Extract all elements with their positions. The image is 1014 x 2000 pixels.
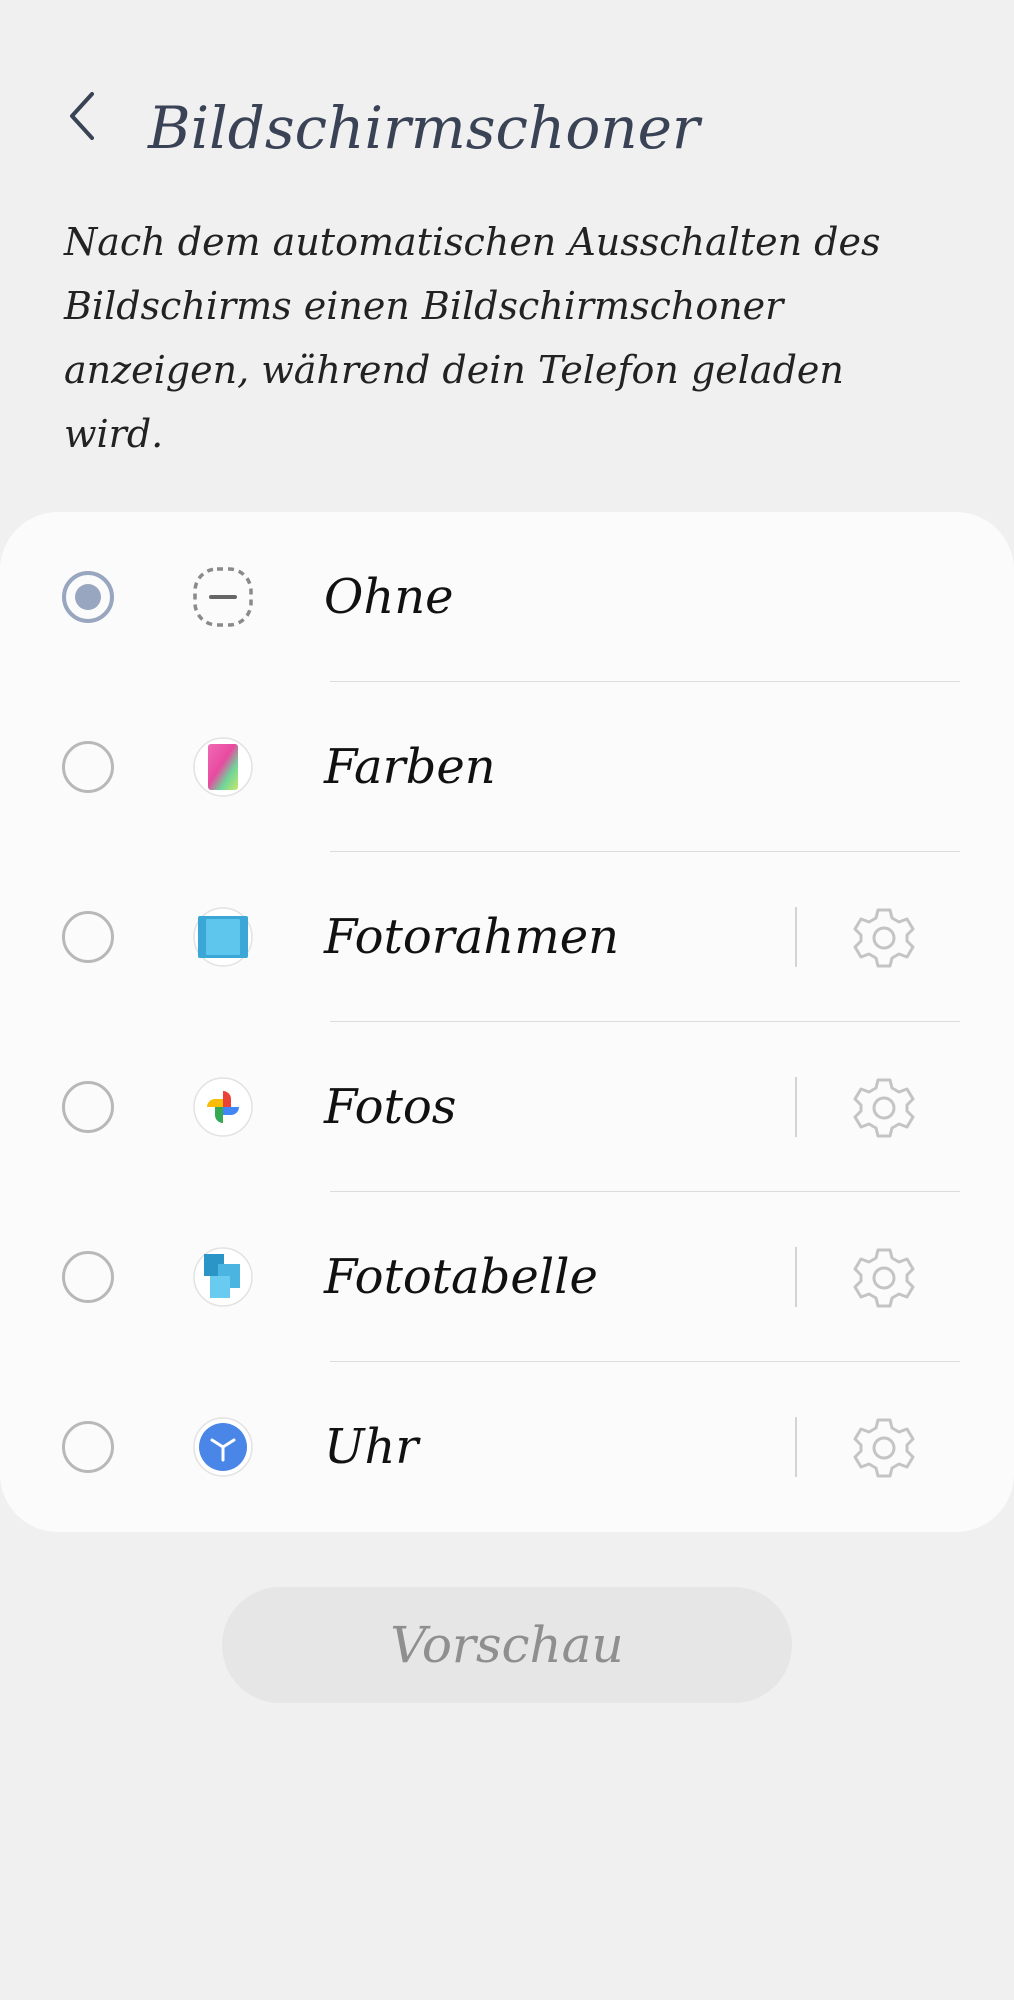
radio-button[interactable] <box>62 741 114 793</box>
option-label: Fototabelle <box>324 1249 598 1305</box>
colors-icon <box>193 737 253 797</box>
settings-button-uhr[interactable] <box>850 1414 918 1482</box>
option-label: Fotos <box>324 1079 457 1135</box>
gear-icon <box>853 1078 915 1138</box>
photo-frame-icon <box>193 907 253 967</box>
option-label: Uhr <box>324 1419 419 1475</box>
page-title: Bildschirmschoner <box>148 94 700 162</box>
chevron-left-icon <box>70 92 94 140</box>
preview-button[interactable]: Vorschau <box>222 1587 792 1703</box>
radio-button[interactable] <box>62 1251 114 1303</box>
option-row-farben[interactable]: Farben <box>0 682 1014 852</box>
vertical-separator <box>795 1417 797 1477</box>
radio-button[interactable] <box>62 1421 114 1473</box>
page-description: Nach dem automatischen Ausschalten des B… <box>64 220 881 456</box>
header: Bildschirmschoner <box>0 0 1014 200</box>
gear-icon <box>853 908 915 968</box>
google-photos-icon <box>193 1077 253 1137</box>
settings-button-fotos[interactable] <box>850 1074 918 1142</box>
clock-icon <box>193 1417 253 1477</box>
settings-button-fotorahmen[interactable] <box>850 904 918 972</box>
option-row-fototabelle[interactable]: Fototabelle <box>0 1192 1014 1362</box>
option-row-fotos[interactable]: Fotos <box>0 1022 1014 1192</box>
photo-table-icon <box>193 1247 253 1307</box>
gear-icon <box>853 1248 915 1308</box>
option-row-ohne[interactable]: Ohne <box>0 512 1014 682</box>
option-row-uhr[interactable]: Uhr <box>0 1362 1014 1532</box>
option-label: Fotorahmen <box>324 909 620 965</box>
radio-button[interactable] <box>62 911 114 963</box>
option-row-fotorahmen[interactable]: Fotorahmen <box>0 852 1014 1022</box>
vertical-separator <box>795 907 797 967</box>
vertical-separator <box>795 1247 797 1307</box>
back-button[interactable] <box>44 78 120 154</box>
gear-icon <box>853 1418 915 1478</box>
option-label: Farben <box>324 739 496 795</box>
radio-button-selected[interactable] <box>62 571 114 623</box>
settings-button-fototabelle[interactable] <box>850 1244 918 1312</box>
option-label: Ohne <box>324 569 454 625</box>
radio-button[interactable] <box>62 1081 114 1133</box>
vertical-separator <box>795 1077 797 1137</box>
screensaver-options-card: Ohne Farben Fotorahmen Fotos Fototabelle… <box>0 512 1014 1532</box>
none-icon <box>193 567 253 627</box>
